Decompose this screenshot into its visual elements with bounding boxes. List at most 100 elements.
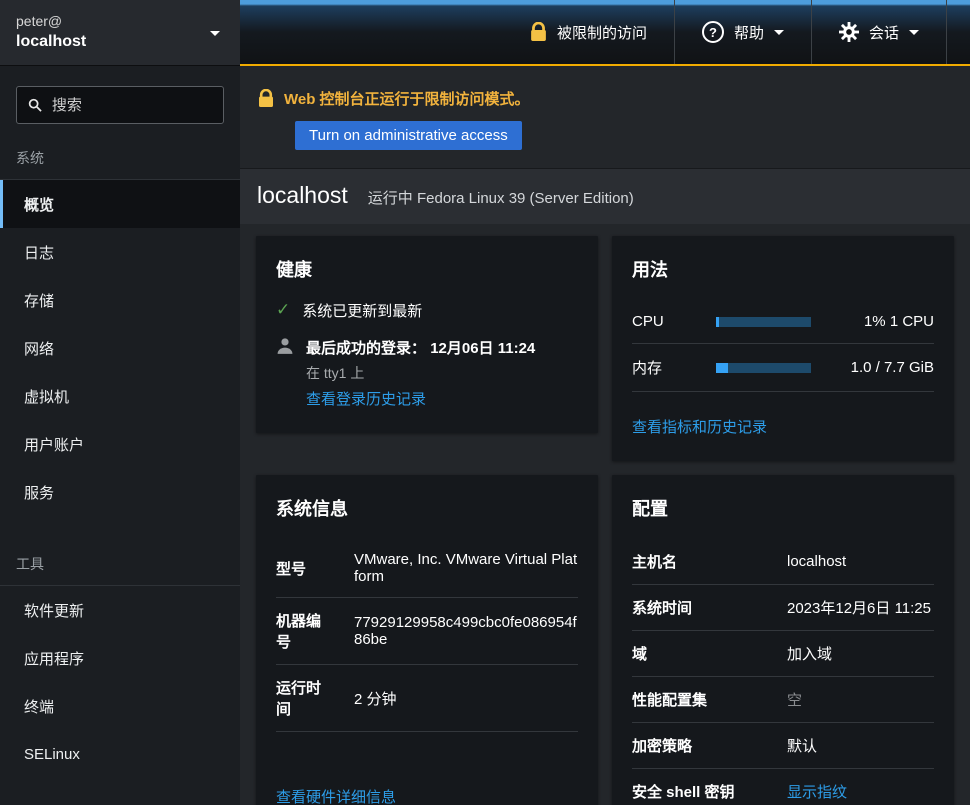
show-fingerprints-link[interactable]: 显示指纹: [787, 781, 847, 802]
lock-icon: [258, 89, 274, 108]
health-card: 健康 ✓ 系统已更新到最新 最后成功的登录： 12月06日 11:24: [256, 236, 598, 433]
restricted-mode-banner: Web 控制台正运行于限制访问模式。 Turn on administrativ…: [240, 66, 970, 168]
lock-icon: [530, 22, 547, 42]
overview-cards: 健康 ✓ 系统已更新到最新 最后成功的登录： 12月06日 11:24: [240, 224, 970, 805]
system-time-value[interactable]: 2023年12月6日 11:25: [787, 597, 931, 618]
memory-usage-row: 内存 1.0 / 7.7 GiB: [632, 344, 934, 392]
sidebar-item-storage[interactable]: 存储: [0, 276, 240, 324]
hostname-label: 主机名: [632, 551, 767, 572]
chevron-down-icon: [210, 31, 220, 36]
model-value: VMware, Inc. VMware Virtual Platform: [354, 551, 578, 585]
login-history-link[interactable]: 查看登录历史记录: [306, 388, 535, 409]
sidebar-item-selinux[interactable]: SELinux: [0, 730, 240, 778]
login-location: 在 tty1 上: [306, 363, 535, 383]
cpu-progress-fill: [716, 317, 719, 327]
memory-label: 内存: [632, 357, 716, 378]
chevron-down-icon: [909, 30, 919, 35]
help-menu[interactable]: ? 帮助: [675, 0, 812, 64]
crypto-policy-label: 加密策略: [632, 735, 767, 756]
main-column: 被限制的访问 ? 帮助 会话: [240, 0, 970, 805]
search-box[interactable]: [16, 86, 224, 124]
nav-section-system-label: 系统: [16, 150, 44, 166]
uptime-label: 运行时间: [276, 677, 334, 719]
sidebar-nav: 系统 概览 日志 存储 网络 虚拟机 用户账户 服务 工具 软件更新 应用程序 …: [0, 136, 240, 778]
cpu-label: CPU: [632, 313, 716, 330]
sidebar-item-accounts[interactable]: 用户账户: [0, 420, 240, 468]
memory-value: 1.0 / 7.7 GiB: [811, 359, 934, 376]
sidebar-item-applications[interactable]: 应用程序: [0, 634, 240, 682]
search-input[interactable]: [52, 97, 212, 114]
cpu-progress-bar: [716, 317, 811, 327]
sidebar-item-services[interactable]: 服务: [0, 468, 240, 516]
session-menu-label: 会话: [869, 22, 899, 43]
system-time-label: 系统时间: [632, 597, 767, 618]
check-icon: ✓: [276, 300, 290, 321]
machine-id-value: 77929129958c499cbc0fe086954f86be: [354, 614, 578, 648]
hostname-value: localhost: [787, 553, 846, 570]
sidebar-item-networking[interactable]: 网络: [0, 324, 240, 372]
machine-id-row: 机器编号 77929129958c499cbc0fe086954f86be: [276, 598, 578, 665]
sidebar: peter@ localhost 系统 概览 日志 存储 网络 虚拟机 用户账户: [0, 0, 240, 805]
session-menu[interactable]: 会话: [812, 0, 947, 64]
performance-profile-value[interactable]: 空: [787, 689, 802, 710]
system-info-card: 系统信息 型号 VMware, Inc. VMware Virtual Plat…: [256, 475, 598, 805]
performance-profile-label: 性能配置集: [632, 689, 767, 710]
cockpit-app: peter@ localhost 系统 概览 日志 存储 网络 虚拟机 用户账户: [0, 0, 970, 805]
performance-profile-row: 性能配置集 空: [632, 677, 934, 723]
cpu-value: 1% 1 CPU: [811, 313, 934, 330]
nav-section-system: 系统: [0, 136, 240, 180]
sidebar-item-virtual-machines[interactable]: 虚拟机: [0, 372, 240, 420]
system-info-title: 系统信息: [276, 495, 578, 521]
help-icon: ?: [702, 21, 724, 43]
metrics-history-link[interactable]: 查看指标和历史记录: [632, 416, 767, 437]
host-switcher[interactable]: peter@ localhost: [0, 0, 240, 66]
host-state: 运行中: [368, 190, 413, 207]
search-area: [0, 66, 240, 136]
sidebar-item-logs[interactable]: 日志: [0, 228, 240, 276]
model-row: 型号 VMware, Inc. VMware Virtual Platform: [276, 539, 578, 598]
host-os: Fedora Linux 39 (Server Edition): [417, 190, 634, 207]
page-header: localhost 运行中 Fedora Linux 39 (Server Ed…: [240, 168, 970, 224]
usage-card: 用法 CPU 1% 1 CPU 内存 1.0 / 7.7 GiB 查看指标和历史…: [612, 236, 954, 461]
domain-label: 域: [632, 643, 767, 664]
memory-progress-bar: [716, 363, 811, 373]
last-login-label: 最后成功的登录：: [306, 340, 426, 357]
model-label: 型号: [276, 558, 334, 579]
sidebar-item-terminal[interactable]: 终端: [0, 682, 240, 730]
help-menu-label: 帮助: [734, 22, 764, 43]
crypto-policy-row: 加密策略 默认: [632, 723, 934, 769]
hardware-details-link[interactable]: 查看硬件详细信息: [276, 786, 396, 805]
join-domain-button[interactable]: 加入域: [787, 643, 832, 664]
crypto-policy-value[interactable]: 默认: [787, 735, 817, 756]
usage-card-title: 用法: [632, 256, 934, 282]
nav-section-tools: 工具: [0, 542, 240, 586]
ssh-keys-label: 安全 shell 密钥: [632, 781, 767, 802]
restricted-mode-message: Web 控制台正运行于限制访问模式。: [284, 88, 530, 109]
domain-row: 域 加入域: [632, 631, 934, 677]
chevron-down-icon: [774, 30, 784, 35]
sidebar-item-software-updates[interactable]: 软件更新: [0, 586, 240, 634]
page-title: localhost: [257, 182, 348, 209]
configuration-title: 配置: [632, 495, 934, 521]
host-name: localhost: [16, 31, 224, 53]
updates-status: 系统已更新到最新: [302, 300, 422, 321]
nav-section-tools-label: 工具: [16, 556, 44, 572]
configuration-card: 配置 主机名 localhost 系统时间 2023年12月6日 11:25 域…: [612, 475, 954, 805]
sidebar-item-overview[interactable]: 概览: [0, 180, 240, 228]
uptime-row: 运行时间 2 分钟: [276, 665, 578, 732]
search-icon: [28, 97, 42, 113]
restricted-access-indicator[interactable]: 被限制的访问: [502, 0, 675, 64]
cpu-usage-row: CPU 1% 1 CPU: [632, 300, 934, 344]
hostname-row: 主机名 localhost: [632, 539, 934, 585]
last-login-time: 12月06日 11:24: [430, 340, 535, 357]
system-time-row: 系统时间 2023年12月6日 11:25: [632, 585, 934, 631]
health-card-title: 健康: [276, 256, 578, 282]
uptime-value: 2 分钟: [354, 688, 397, 709]
masthead: 被限制的访问 ? 帮助 会话: [240, 0, 970, 66]
user-icon: [276, 337, 294, 355]
turn-on-admin-access-button[interactable]: Turn on administrative access: [295, 121, 522, 150]
user-name: peter@: [16, 11, 224, 31]
ssh-keys-row: 安全 shell 密钥 显示指纹: [632, 769, 934, 805]
machine-id-label: 机器编号: [276, 610, 334, 652]
memory-progress-fill: [716, 363, 728, 373]
